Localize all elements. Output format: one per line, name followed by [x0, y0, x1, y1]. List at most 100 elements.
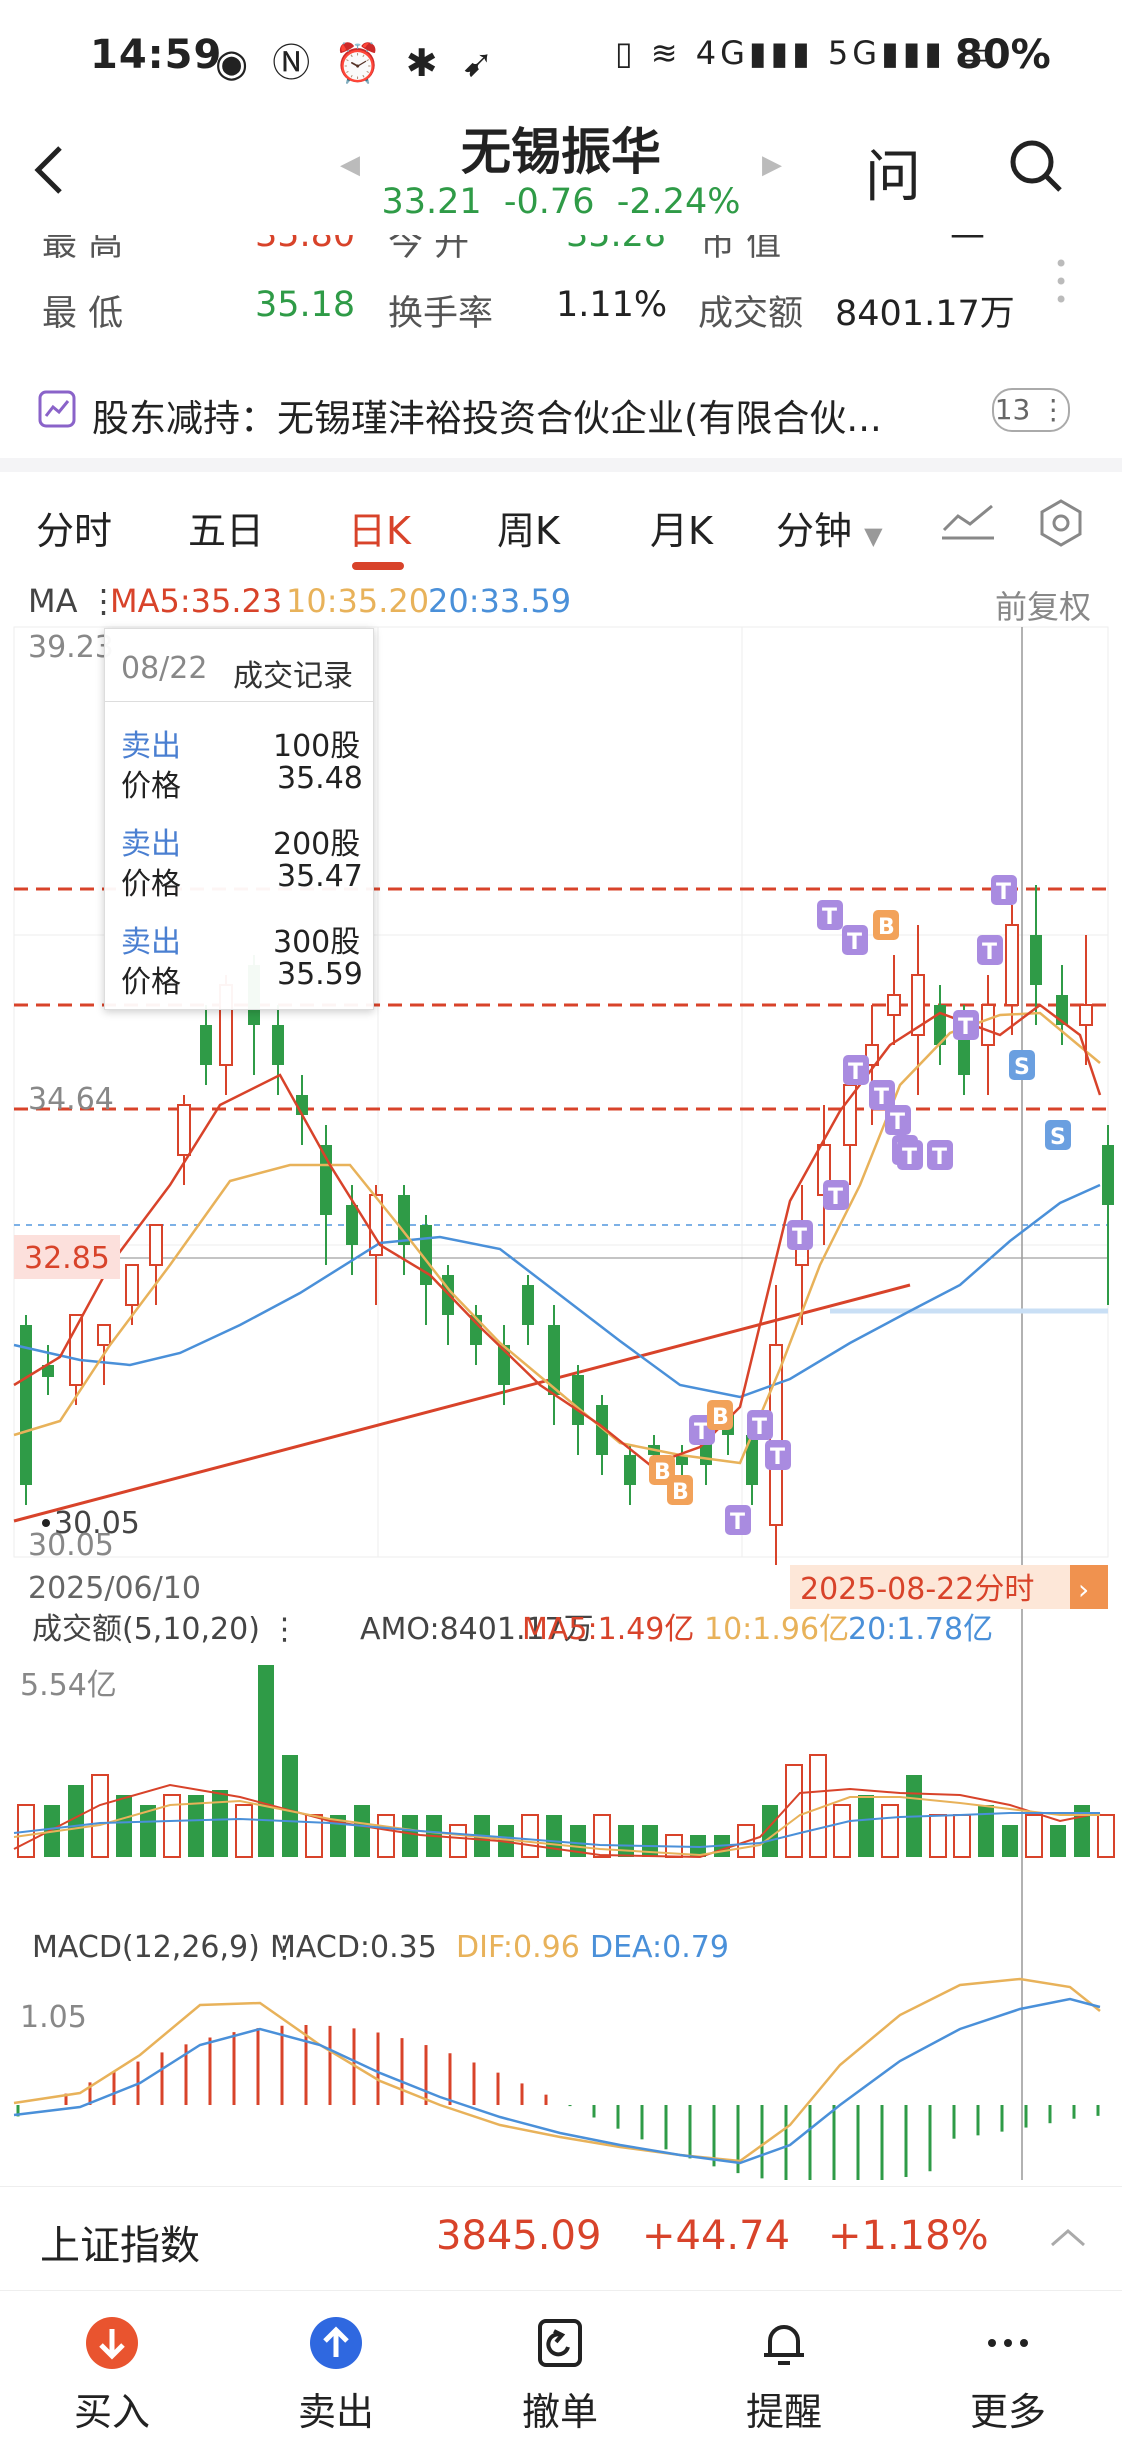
candle-body: [125, 1264, 139, 1306]
candle-body: [522, 1285, 534, 1325]
notice-bar[interactable]: 股东减持：无锡瑾沣裕投资合伙企业(有限合伙... 13 ⋮: [0, 370, 1122, 458]
notice-text: 股东减持：无锡瑾沣裕投资合伙企业(有限合伙...: [92, 397, 882, 440]
sell-label: 卖出: [297, 2390, 374, 2434]
notice-count-badge[interactable]: 13 ⋮: [992, 388, 1070, 432]
tab-daily-k[interactable]: 日K: [348, 500, 411, 555]
volume-bar: [833, 1804, 851, 1858]
cancel-order-label: 撤单: [521, 2390, 598, 2434]
tab-minute[interactable]: 分钟 ▼: [776, 500, 883, 555]
volume-bar: [91, 1774, 109, 1858]
candle-body: [958, 1035, 970, 1075]
trade-marker-letter: T: [847, 930, 862, 955]
intraday-link-label: 2025-08-22分时: [800, 1572, 1034, 1607]
trade-marker-letter: T: [694, 1420, 709, 1445]
stats-row-1: 最 高 35.80 今 开 35.28 市 值 —: [0, 235, 1122, 265]
volume-bar: [116, 1795, 132, 1857]
index-name: 上证指数: [40, 2223, 200, 2269]
volume-bar: [785, 1764, 803, 1858]
candle-body: [981, 1004, 995, 1046]
tab-five-day[interactable]: 五日: [188, 500, 264, 555]
bottom-price-label: 30.05: [28, 1528, 114, 1563]
volume-bar: [449, 1824, 467, 1858]
candle-body: [887, 994, 901, 1016]
stock-quote: 33.21 -0.76 -2.24%: [0, 182, 1122, 222]
search-icon: [1010, 140, 1062, 192]
ma5-curve: [13, 1003, 1102, 1467]
buy-button[interactable]: 买入: [0, 2291, 224, 2443]
trade-marker-letter: B: [672, 1480, 689, 1505]
trade-marker-letter: S: [1014, 1055, 1030, 1080]
tab-intraday[interactable]: 分时: [36, 500, 112, 555]
ma20-value: 20:33.59: [428, 582, 572, 620]
volume-bar: [377, 1814, 395, 1858]
indicator-settings-icon[interactable]: [940, 502, 996, 542]
candle-body: [572, 1375, 584, 1425]
volume-bar: [354, 1805, 370, 1857]
search-button[interactable]: [1008, 138, 1064, 194]
notice-count: 13: [994, 393, 1031, 426]
stock-change: -0.76: [503, 182, 595, 222]
next-stock-button[interactable]: ▶: [762, 150, 782, 180]
volume-bar: [1050, 1825, 1066, 1857]
sell-button[interactable]: 卖出: [224, 2291, 448, 2443]
macd-panel: MACD(12,26,9) ⋮ MACD:0.35 DIF:0.96 DEA:0…: [13, 1930, 1101, 2180]
arrow-up-icon: [310, 2317, 362, 2369]
volume-bar: [258, 1665, 274, 1857]
buy-label: 买入: [73, 2390, 150, 2434]
record-side: 卖出: [121, 827, 181, 862]
volume-header: 成交额(5,10,20) ⋮: [32, 1612, 299, 1647]
trade-marker-letter: T: [828, 1185, 843, 1210]
candle-body: [149, 1224, 163, 1266]
status-icons-right: ▯ ≋ 4G▮▮▮ 5G▮▮▮ ▭: [615, 34, 995, 72]
stat-value: —: [950, 235, 985, 255]
more-dots-icon[interactable]: • • •: [1054, 252, 1068, 312]
alert-button[interactable]: 提醒: [672, 2291, 896, 2443]
record-price-label: 价格: [121, 867, 181, 902]
stat-label-low: 最 低: [42, 294, 124, 334]
adjust-button[interactable]: 前复权: [995, 582, 1091, 628]
trade-marker-letter: T: [890, 1110, 905, 1135]
trade-marker-letter: B: [712, 1405, 729, 1430]
tab-monthly-k[interactable]: 月K: [650, 500, 713, 555]
battery-level: 80%: [955, 32, 1051, 78]
trade-marker-letter: T: [958, 1015, 973, 1040]
ask-button[interactable]: 问: [865, 132, 921, 213]
popup-title: 成交记录: [233, 659, 353, 694]
record-qty: 200股: [273, 827, 361, 862]
ma-prefix-label: MA: [28, 582, 78, 620]
candle-body: [1005, 924, 1019, 1006]
trade-record-popup[interactable]: 08/22 成交记录 卖出 100股 价格 35.48 卖出 200股 价格 3…: [104, 628, 374, 1010]
volume-bar: [235, 1804, 253, 1858]
chart-trend-icon: [38, 390, 76, 428]
cancel-order-button[interactable]: 撤单: [448, 2291, 672, 2443]
stat-label-turnover: 换手率: [388, 294, 494, 334]
triangle-right-icon: ▶: [762, 150, 782, 180]
more-button[interactable]: 更多: [896, 2291, 1120, 2443]
chevron-up-icon[interactable]: [1048, 2225, 1088, 2249]
tab-minute-label: 分钟: [776, 509, 853, 553]
mid-price-label: 34.64: [28, 1082, 114, 1117]
trade-marker-letter: T: [902, 1145, 917, 1170]
tab-weekly-k[interactable]: 周K: [497, 500, 560, 555]
record-price-label: 价格: [121, 965, 181, 1000]
more-label: 更多: [969, 2390, 1046, 2434]
more-icon: [988, 2339, 1028, 2347]
candle-body: [346, 1205, 358, 1245]
active-tab-indicator: [352, 562, 404, 570]
stats-row-2: 最 低 35.18 换手率 1.11% 成交额 8401.17万: [0, 285, 1122, 335]
current-price-label: 32.85: [24, 1241, 110, 1276]
index-bar[interactable]: 上证指数 3845.09 +44.74 +1.18%: [0, 2186, 1122, 2287]
chevron-right-icon: ›: [1078, 1573, 1089, 1606]
volume-bar: [618, 1825, 634, 1857]
caret-down-icon: ▼: [864, 522, 883, 550]
macd-value: MACD:0.35: [270, 1930, 437, 1965]
trade-marker-letter: B: [878, 915, 895, 940]
gear-icon[interactable]: [1036, 498, 1086, 548]
prev-stock-button[interactable]: ◀: [340, 150, 360, 180]
record-price-label: 价格: [121, 769, 181, 804]
stat-label: 最 高: [42, 235, 124, 264]
trade-marker-letter: T: [792, 1225, 807, 1250]
index-change: +44.74: [642, 2213, 791, 2259]
candle-body: [624, 1455, 636, 1485]
ma-prefix[interactable]: MA ⋮: [28, 582, 120, 620]
